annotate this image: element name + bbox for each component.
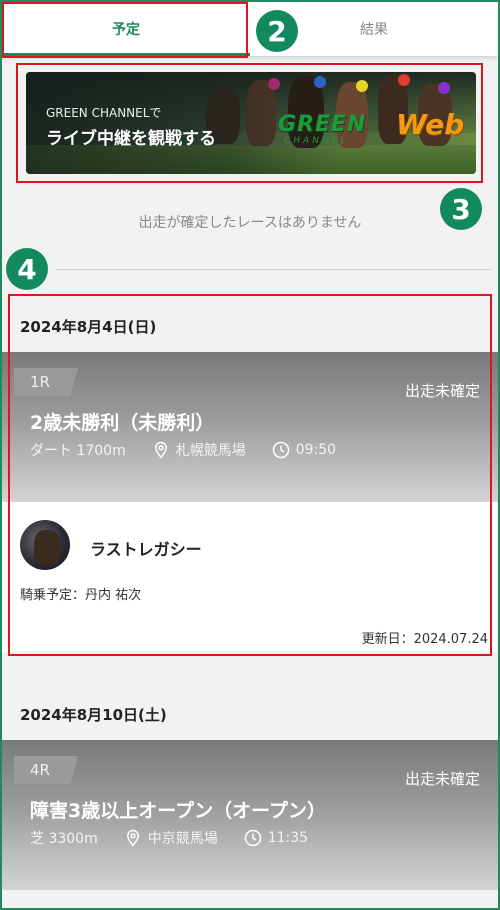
location-pin-icon xyxy=(124,829,142,847)
race-info: 芝 3300m 中京競馬場 11:35 xyxy=(30,828,308,848)
logo-web-text: Web xyxy=(396,108,465,141)
no-confirmed-races-message: 出走が確定したレースはありません xyxy=(138,215,362,231)
jockey-info: 騎乗予定：丹内 祐次 xyxy=(20,588,142,603)
horse-name: ラストレガシー xyxy=(90,540,202,559)
race-title: 障害3歳以上オープン（オープン） xyxy=(30,800,326,822)
banner-subtitle: GREEN CHANNELで xyxy=(46,106,162,120)
race-info: ダート 1700m 札幌競馬場 09:50 xyxy=(30,440,336,460)
race-card-header[interactable]: 4R 出走未確定 障害3歳以上オープン（オープン） 芝 3300m 中京競馬場 … xyxy=(2,740,498,890)
banner-title: ライブ中継を観戦する xyxy=(46,129,216,149)
race-status: 出走未確定 xyxy=(404,770,480,788)
clock-icon xyxy=(272,441,290,459)
race-time: 11:35 xyxy=(267,830,309,846)
updated-date: 更新日：2024.07.24 xyxy=(361,632,488,647)
horse-avatar xyxy=(20,520,70,570)
step-marker-4: 4 xyxy=(6,248,48,290)
race-status: 出走未確定 xyxy=(404,382,480,400)
section-divider xyxy=(56,269,492,270)
step-marker-2: 2 xyxy=(256,10,298,52)
tab-schedule[interactable]: 予定 xyxy=(2,2,250,56)
race-time: 09:50 xyxy=(295,442,337,458)
live-banner[interactable]: GREEN CHANNELで ライブ中継を観戦する GREEN Web CHAN… xyxy=(26,72,476,174)
race-course: 芝 3300m xyxy=(30,831,98,847)
race-number-badge: 4R xyxy=(14,756,78,784)
tab-bar: 予定 結果 xyxy=(2,2,498,56)
race-venue: 札幌競馬場 xyxy=(175,443,246,459)
logo-green-text: GREEN xyxy=(278,112,367,137)
race-date: 2024年8月4日(日) xyxy=(20,317,157,336)
location-pin-icon xyxy=(152,441,170,459)
race-venue: 中京競馬場 xyxy=(147,831,218,847)
race-number-badge: 1R xyxy=(14,368,78,396)
green-channel-web-logo: GREEN Web CHANNEL xyxy=(278,108,468,150)
race-title: 2歳未勝利（未勝利） xyxy=(30,412,215,434)
clock-icon xyxy=(244,829,262,847)
step-marker-3: 3 xyxy=(440,188,482,230)
race-card-header[interactable]: 1R 出走未確定 2歳未勝利（未勝利） ダート 1700m 札幌競馬場 09:5… xyxy=(2,352,498,502)
race-course: ダート 1700m xyxy=(30,443,126,459)
race-date: 2024年8月10日(土) xyxy=(20,705,167,724)
entry-card[interactable]: ラストレガシー 騎乗予定：丹内 祐次 更新日：2024.07.24 xyxy=(2,502,498,652)
logo-channel-text: CHANNEL xyxy=(284,136,349,146)
